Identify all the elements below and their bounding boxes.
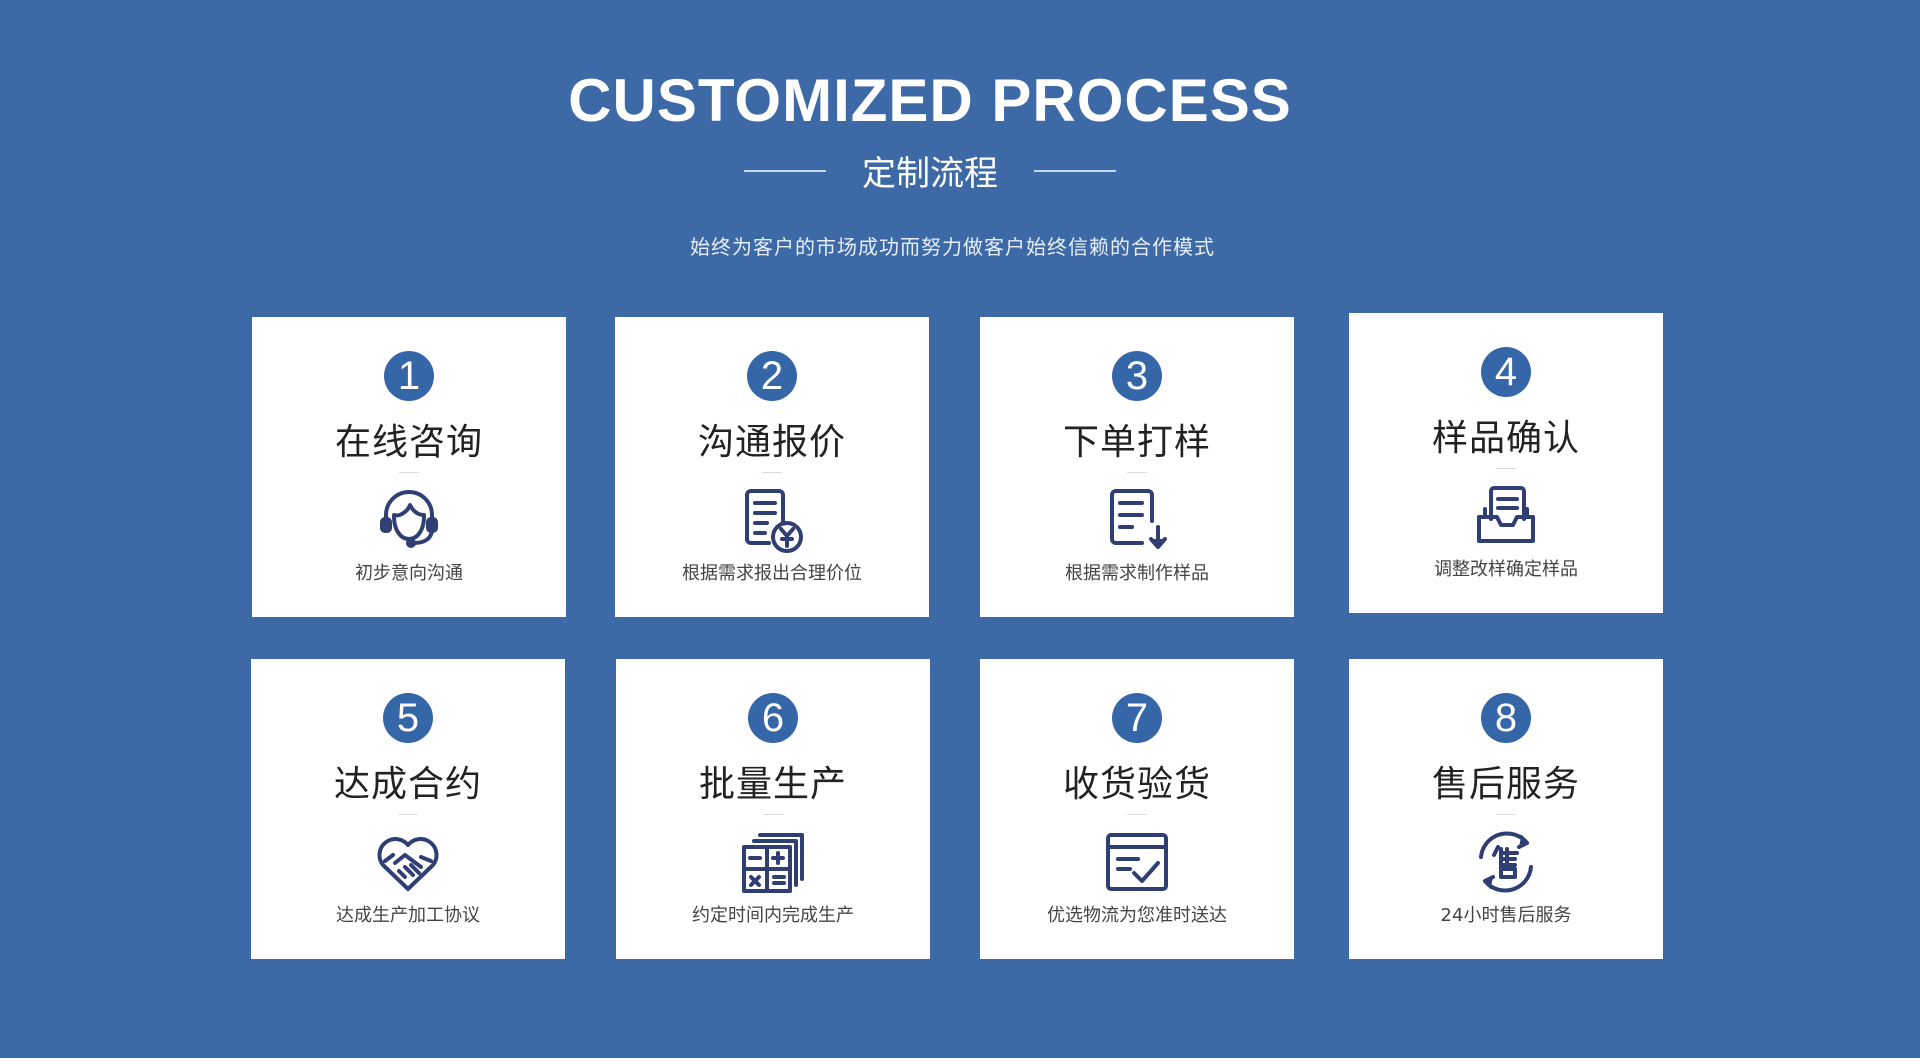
calculator-stack-icon [738, 827, 808, 897]
subtitle-row: 定制流程 [0, 146, 1860, 195]
card-divider [762, 472, 782, 473]
step-description: 根据需求制作样品 [1065, 563, 1209, 584]
checked-box-icon [1102, 827, 1172, 897]
tagline: 始终为客户的市场成功而努力做客户始终信赖的合作模式 [690, 235, 1215, 259]
step-title: 达成合约 [333, 764, 482, 805]
step-description: 根据需求报出合理价位 [682, 563, 862, 584]
step-description: 约定时间内完成生产 [692, 905, 854, 926]
step-card-8[interactable]: 8 售后服务 24小时售后服务 [1349, 659, 1663, 959]
headset-agent-icon [374, 485, 444, 555]
card-divider [398, 814, 418, 815]
step-description: 24小时售后服务 [1440, 905, 1572, 926]
step-title: 在线咨询 [334, 422, 483, 463]
step-number-badge: 3 [1112, 351, 1162, 401]
step-card-1[interactable]: 1 在线咨询 初步意向沟通 [252, 317, 566, 617]
step-card-2[interactable]: 2 沟通报价 根据需求报出合理价位 [615, 317, 929, 617]
card-divider [763, 814, 783, 815]
step-number-badge: 5 [383, 693, 433, 743]
page-subtitle: 定制流程 [862, 154, 998, 194]
step-description: 调整改样确定样品 [1434, 559, 1578, 580]
step-title: 下单打样 [1062, 422, 1211, 463]
step-number-badge: 4 [1481, 347, 1531, 397]
card-divider [1496, 468, 1516, 469]
subtitle-left-line [744, 169, 826, 172]
card-divider [1127, 814, 1147, 815]
step-number-badge: 2 [747, 351, 797, 401]
step-number-badge: 1 [384, 351, 434, 401]
step-description: 达成生产加工协议 [336, 905, 480, 926]
card-divider [1127, 472, 1147, 473]
after-sales-cycle-icon [1471, 827, 1541, 897]
step-description: 初步意向沟通 [355, 563, 463, 584]
inbox-document-icon [1471, 481, 1541, 551]
step-number-badge: 6 [748, 693, 798, 743]
step-card-3[interactable]: 3 下单打样 根据需求制作样品 [980, 317, 1294, 617]
quote-document-yen-icon [737, 485, 807, 555]
process-panel: CUSTOMIZED PROCESS 定制流程 始终为客户的市场成功而努力做客户… [0, 0, 1920, 1058]
step-card-6[interactable]: 6 批量生产 约定时间内完成生产 [616, 659, 930, 959]
step-title: 沟通报价 [697, 422, 846, 463]
step-title: 批量生产 [698, 764, 847, 805]
step-number-badge: 7 [1112, 693, 1162, 743]
page-title: CUSTOMIZED PROCESS [568, 67, 1292, 134]
step-card-7[interactable]: 7 收货验货 优选物流为您准时送达 [980, 659, 1294, 959]
step-title: 售后服务 [1431, 764, 1580, 805]
step-card-5[interactable]: 5 达成合约 达成生产加工协议 [251, 659, 565, 959]
step-description: 优选物流为您准时送达 [1047, 905, 1227, 926]
subtitle-right-line [1034, 169, 1116, 172]
document-download-icon [1102, 485, 1172, 555]
handshake-heart-icon [373, 827, 443, 897]
step-title: 样品确认 [1431, 418, 1580, 459]
card-divider [399, 472, 419, 473]
step-title: 收货验货 [1062, 764, 1211, 805]
step-card-4[interactable]: 4 样品确认 调整改样确定样品 [1349, 313, 1663, 613]
card-divider [1496, 814, 1516, 815]
step-number-badge: 8 [1481, 693, 1531, 743]
